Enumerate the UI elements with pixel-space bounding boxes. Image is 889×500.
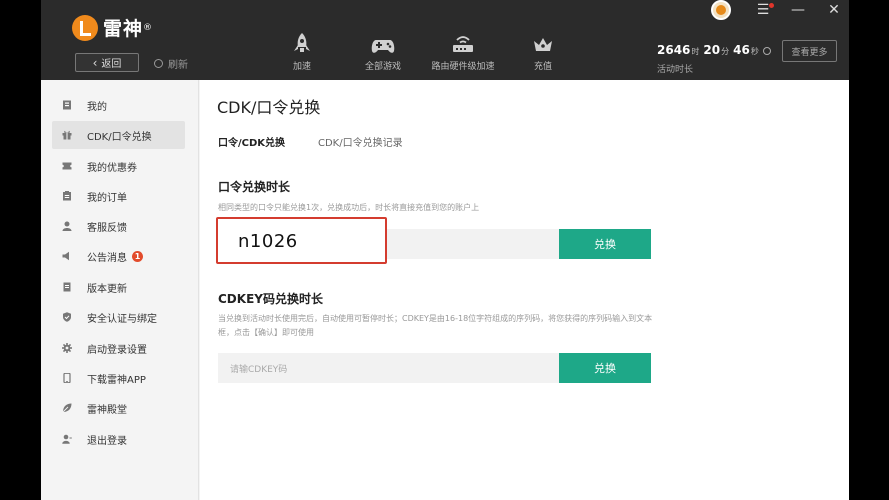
app-window: 雷神 ® ‹ 返回 刷新 加速 全部游戏 路由硬件级加速 充值 ☰ — ✕ 26… [41,0,849,500]
activity-time-label: 活动时长 [657,65,694,75]
trademark-mark: ® [143,22,153,33]
rocket-icon [293,30,311,54]
app-name: 雷神 [103,18,144,40]
sidebar-item-hall[interactable]: 雷神殿堂 [52,394,185,422]
close-button[interactable]: ✕ [824,2,844,18]
password-section-desc: 相同类型的口令只能兑换1次，兑换成功后，时长将直接充值到您的账户上 [218,203,480,212]
sidebar-item-download-app[interactable]: 下载雷神APP [52,364,185,392]
sidebar-item-label: CDK/口令兑换 [87,131,152,143]
sidebar-item-label: 雷神殿堂 [87,404,127,416]
sidebar-item-security[interactable]: 安全认证与绑定 [52,303,185,331]
sidebar-item-announcements[interactable]: 公告消息 1 [52,242,185,270]
update-icon [62,282,72,292]
cdkey-section-desc: 当兑换到活动时长使用完后，自动使用可暂停时长；CDKEY是由16-18位字符组成… [218,314,653,337]
nav-label: 全部游戏 [364,62,401,72]
gift-icon [62,130,72,140]
shield-icon [62,312,72,322]
back-button[interactable]: ‹ 返回 [75,53,139,72]
pause-icon[interactable] [762,46,771,55]
sidebar-item-label: 我的优惠券 [87,162,137,174]
main-content: CDK/口令兑换 口令/CDK兑换 CDK/口令兑换记录 口令兑换时长 相同类型… [200,80,849,500]
avatar[interactable] [711,0,731,20]
nav-recharge[interactable]: 充值 [503,30,583,72]
sidebar-item-label: 下载雷神APP [87,374,146,386]
nav-label: 加速 [292,62,311,72]
sidebar-item-update[interactable]: 版本更新 [52,273,185,301]
minimize-button[interactable]: — [788,2,808,18]
password-section-title: 口令兑换时长 [218,180,291,194]
top-bar: 雷神 ® ‹ 返回 刷新 加速 全部游戏 路由硬件级加速 充值 ☰ — ✕ 26… [41,0,849,80]
sidebar-item-support[interactable]: 客服反馈 [52,212,185,240]
tab-redeem[interactable]: 口令/CDK兑换 [218,134,285,149]
back-label: 返回 [101,59,122,70]
refresh-button[interactable]: 刷新 [154,56,188,71]
speaker-icon [62,251,72,261]
logo-icon [72,14,98,41]
gear-icon [62,343,72,353]
unread-badge: 1 [132,250,143,262]
nav-accelerate[interactable]: 加速 [262,30,342,72]
sidebar-item-startup[interactable]: 启动登录设置 [52,334,185,362]
notification-dot [769,3,774,8]
phone-icon [62,373,72,383]
leaf-icon [62,403,72,413]
sidebar-item-label: 退出登录 [87,435,127,447]
nav-label: 充值 [533,62,552,72]
sidebar-item-label: 启动登录设置 [87,344,147,356]
order-icon [62,191,72,201]
sidebar-item-label: 公告消息 [87,252,127,264]
sidebar-item-coupons[interactable]: 我的优惠券 [52,152,185,180]
gamepad-icon [371,30,395,54]
nav-router[interactable]: 路由硬件级加速 [423,30,503,72]
chevron-left-icon: ‹ [92,55,98,70]
sidebar-item-label: 我的订单 [87,192,127,204]
sidebar-item-label: 安全认证与绑定 [87,313,157,325]
time-seconds-unit: 秒 [750,47,759,56]
activity-time: 2646时 20分 46秒 [657,43,771,57]
support-icon [62,221,72,231]
router-icon [451,30,475,54]
time-hours-unit: 时 [691,47,700,56]
app-logo: 雷神 ® [72,14,152,41]
time-seconds: 46 [733,43,750,57]
time-hours: 2646 [657,43,691,57]
sidebar-item-label: 版本更新 [87,283,127,295]
time-minutes-unit: 分 [721,47,730,56]
sidebar-item-label: 客服反馈 [87,222,127,234]
crown-icon [532,30,554,54]
sidebar-item-my[interactable]: 我的 [52,91,185,119]
password-redeem-button[interactable]: 兑换 [559,229,651,259]
sidebar-item-orders[interactable]: 我的订单 [52,182,185,210]
refresh-label: 刷新 [168,60,188,71]
cdkey-redeem-button[interactable]: 兑换 [559,353,651,383]
cdkey-section-title: CDKEY码兑换时长 [218,292,323,306]
refresh-icon [154,59,163,68]
tab-redeem-history[interactable]: CDK/口令兑换记录 [318,134,403,149]
cdkey-input[interactable]: 请输CDKEY码 [218,353,559,383]
page-title: CDK/口令兑换 [217,98,321,117]
avatar-image [716,5,726,15]
sidebar-item-label: 我的 [87,101,107,113]
sidebar-item-cdk[interactable]: CDK/口令兑换 [52,121,185,149]
logout-user-icon [62,434,72,444]
nav-all-games[interactable]: 全部游戏 [343,30,423,72]
view-more-button[interactable]: 查看更多 [782,40,837,62]
nav-label: 路由硬件级加速 [431,62,495,72]
overlay-code-text: n1026 [238,231,298,252]
coupon-icon [62,161,72,171]
time-minutes: 20 [703,43,721,57]
user-card-icon [62,100,72,110]
sidebar-item-logout[interactable]: 退出登录 [52,425,185,453]
sidebar: 我的 CDK/口令兑换 我的优惠券 我的订单 客服反馈 公告消息 1 版本更新 [41,80,199,500]
